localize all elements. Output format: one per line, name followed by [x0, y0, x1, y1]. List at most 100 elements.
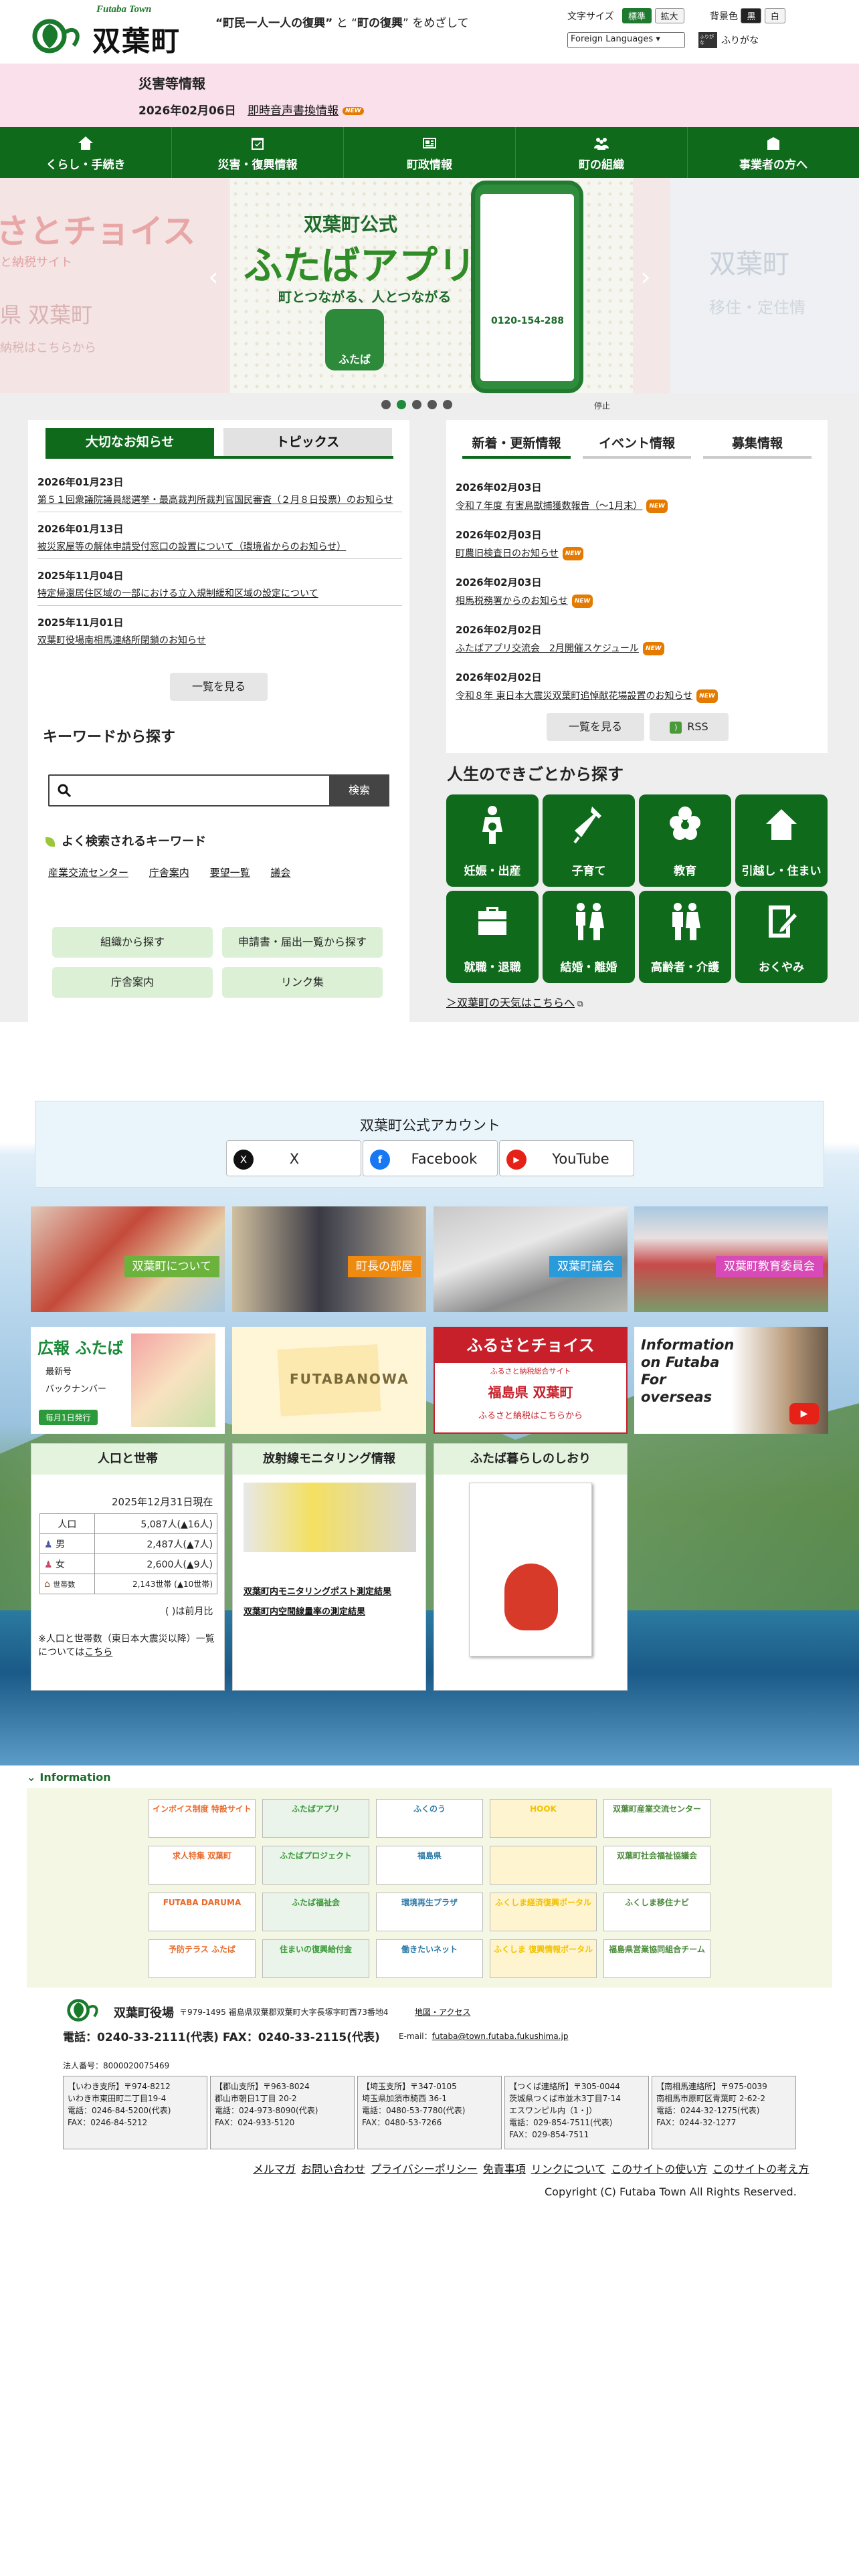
footer-link[interactable]: メルマガ: [253, 2163, 296, 2175]
info-banner[interactable]: 双葉町社会福祉協議会: [603, 1846, 710, 1885]
air-dose-rate-link[interactable]: 双葉町内空間線量率の測定結果: [244, 1607, 365, 1617]
info-banner[interactable]: HOOK: [490, 1799, 597, 1838]
keyword-link[interactable]: 議会: [270, 867, 290, 879]
list-item[interactable]: 2026年01月23日 第５１回衆議院議員総選挙・最高裁判所裁判官国民審査（２月８…: [37, 475, 402, 512]
info-banner[interactable]: 双葉町産業交流センター: [603, 1799, 710, 1838]
search-by-organization-button[interactable]: 組織から探す: [52, 927, 213, 958]
disaster-link[interactable]: 即時音声書換情報 NEW: [248, 101, 364, 118]
life-childcare-button[interactable]: 子育て: [543, 794, 635, 887]
info-banner[interactable]: ふくしま移住ナビ: [603, 1893, 710, 1931]
info-banner[interactable]: ふたばアプリ: [262, 1799, 369, 1838]
info-banner[interactable]: ふくしま 復興情報ポータル: [490, 1939, 597, 1978]
slider-dot[interactable]: [427, 400, 437, 409]
nav-town-government[interactable]: 町政情報: [344, 127, 516, 178]
slider-dot[interactable]: [397, 400, 406, 409]
youtube-account-button[interactable]: ▶ YouTube: [499, 1140, 634, 1176]
footer-link[interactable]: プライバシーポリシー: [371, 2163, 478, 2175]
info-banner[interactable]: 福島県: [376, 1846, 483, 1885]
info-banner[interactable]: [490, 1846, 597, 1885]
footer-link[interactable]: お問い合わせ: [301, 2163, 365, 2175]
footer-link[interactable]: このサイトの使い方: [611, 2163, 707, 2175]
bg-white-button[interactable]: 白: [764, 8, 785, 23]
life-employment-button[interactable]: 就職・退職: [446, 891, 539, 983]
list-item[interactable]: 2025年11月01日 双葉町役場南相馬連絡所閉鎖のお知らせ: [37, 615, 402, 647]
language-select[interactable]: Foreign Languages ▾: [567, 32, 685, 48]
monitoring-post-link[interactable]: 双葉町内モニタリングポスト測定結果: [244, 1587, 391, 1597]
info-banner[interactable]: 住まいの復興給付金: [262, 1939, 369, 1978]
list-item[interactable]: 2026年02月02日 令和８年 東日本大震災双葉町追悼献花場設置のお知らせ NEW: [456, 670, 820, 703]
life-pregnancy-button[interactable]: 妊娠・出産: [446, 794, 539, 887]
slider-prev-icon[interactable]: ‹: [201, 257, 226, 297]
info-banner[interactable]: 環境再生プラザ: [376, 1893, 483, 1931]
nav-town-organization[interactable]: 町の組織: [516, 127, 688, 178]
slider-dot[interactable]: [443, 400, 452, 409]
list-item[interactable]: 2026年02月03日 相馬税務署からのお知らせ NEW: [456, 575, 820, 608]
news-more-button[interactable]: 一覧を見る: [547, 713, 644, 741]
keyword-link[interactable]: 産業交流センター: [48, 867, 128, 879]
life-bereavement-button[interactable]: おくやみ: [735, 891, 828, 983]
weather-link[interactable]: ＞双葉町の天気はこちらへ ⧉: [446, 994, 583, 1010]
list-item[interactable]: 2026年01月13日 被災家屋等の解体申請受付窓口の設置について（環境省からのお…: [37, 522, 402, 559]
keyword-link[interactable]: 庁舎案内: [149, 867, 189, 879]
slider-dot[interactable]: [412, 400, 421, 409]
mayor-room-banner[interactable]: 町長の部屋: [232, 1206, 426, 1312]
info-banner[interactable]: 働きたいネット: [376, 1939, 483, 1978]
info-banner[interactable]: ふくしま経済復興ポータル: [490, 1893, 597, 1931]
tab-new-updates[interactable]: 新着・更新情報: [462, 428, 571, 459]
town-assembly-banner[interactable]: 双葉町議会: [434, 1206, 628, 1312]
life-education-button[interactable]: 教育: [639, 794, 731, 887]
furusato-choice-banner[interactable]: ふるさとチョイス ふるさと納税総合サイト 福島県 双葉町 ふるさと納税はこちらか…: [434, 1327, 628, 1434]
nav-for-businesses[interactable]: 事業者の方へ: [688, 127, 859, 178]
site-logo[interactable]: Futaba Town 双葉町: [32, 4, 193, 58]
list-item[interactable]: 2026年02月03日 令和７年度 有害鳥獣捕獲数報告（～1月末） NEW: [456, 480, 820, 513]
footer-link[interactable]: 免責事項: [483, 2163, 526, 2175]
info-banner[interactable]: インボイス制度 特設サイト: [149, 1799, 256, 1838]
facebook-account-button[interactable]: f Facebook: [363, 1140, 498, 1176]
info-banner[interactable]: 予防テラス ふたば: [149, 1939, 256, 1978]
search-input[interactable]: [79, 778, 326, 802]
living-guide-cover[interactable]: [469, 1483, 592, 1656]
info-banner[interactable]: ふくのう: [376, 1799, 483, 1838]
tab-topics[interactable]: トピックス: [223, 428, 392, 456]
font-size-standard-button[interactable]: 標準: [622, 8, 652, 23]
bg-black-button[interactable]: 黒: [741, 8, 762, 23]
board-of-education-banner[interactable]: 双葉町教育委員会: [634, 1206, 828, 1312]
life-marriage-divorce-button[interactable]: 結婚・離婚: [543, 891, 635, 983]
nav-disaster-recovery[interactable]: 災害・復興情報: [172, 127, 344, 178]
font-size-large-button[interactable]: 拡大: [654, 8, 684, 23]
slide-furusato-preview[interactable]: さとチョイス と納税サイト 県 双葉町 納税はこちらから: [0, 178, 227, 393]
link-collection-button[interactable]: リンク集: [222, 967, 383, 998]
tab-important-notice[interactable]: 大切なお知らせ: [45, 428, 214, 456]
list-item[interactable]: 2025年11月04日 特定帰還居住区域の一部における立入規制緩和区域の設定につい…: [37, 568, 402, 606]
info-banner[interactable]: 求人特集 双葉町: [149, 1846, 256, 1885]
footer-link[interactable]: このサイトの考え方: [712, 2163, 809, 2175]
footer-map-link[interactable]: 地図・アクセス: [415, 2006, 470, 2018]
list-item[interactable]: 2026年02月02日 ふたばアプリ交流会 2月開催スケジュール NEW: [456, 623, 820, 655]
list-item[interactable]: 2026年02月03日 町農旧検査日のお知らせ NEW: [456, 528, 820, 560]
life-moving-housing-button[interactable]: 引越し・住まい: [735, 794, 828, 887]
slider-dot[interactable]: [381, 400, 391, 409]
tab-recruitment[interactable]: 募集情報: [703, 428, 812, 459]
slide-futaba-app[interactable]: 双葉町公式 ふたばアプリ 町とつながる、人とつながる ふたば 0120-154-…: [230, 178, 633, 393]
koho-futaba-banner[interactable]: 広報 ふたば 最新号 バックナンバー 毎月1日発行: [31, 1327, 225, 1434]
footer-link[interactable]: リンクについて: [531, 2163, 606, 2175]
info-banner[interactable]: ふたばプロジェクト: [262, 1846, 369, 1885]
x-account-button[interactable]: XX: [226, 1140, 361, 1176]
slide-migration-preview[interactable]: 双葉町 移住・定住情: [670, 178, 859, 393]
keyword-link[interactable]: 要望一覧: [210, 867, 250, 879]
office-guide-button[interactable]: 庁舎案内: [52, 967, 213, 998]
rss-button[interactable]: ) RSS: [650, 713, 729, 741]
about-futaba-banner[interactable]: 双葉町について: [31, 1206, 225, 1312]
search-by-forms-button[interactable]: 申請書・届出一覧から探す: [222, 927, 383, 958]
info-banner[interactable]: ふたば福祉会: [262, 1893, 369, 1931]
population-history-link[interactable]: こちら: [84, 1647, 112, 1658]
futabanowa-banner[interactable]: FUTABANOWA: [232, 1327, 426, 1434]
tab-events[interactable]: イベント情報: [583, 428, 691, 459]
nav-life-procedures[interactable]: くらし・手続き: [0, 127, 172, 178]
info-banner[interactable]: FUTABA DARUMA: [149, 1893, 256, 1931]
slider-next-icon[interactable]: ›: [633, 257, 658, 297]
search-button[interactable]: 検索: [329, 774, 389, 807]
slider-stop-button[interactable]: 停止: [594, 400, 610, 411]
life-elderly-care-button[interactable]: 高齢者・介護: [639, 891, 731, 983]
info-banner[interactable]: 福島県営業協同組合チーム: [603, 1939, 710, 1978]
